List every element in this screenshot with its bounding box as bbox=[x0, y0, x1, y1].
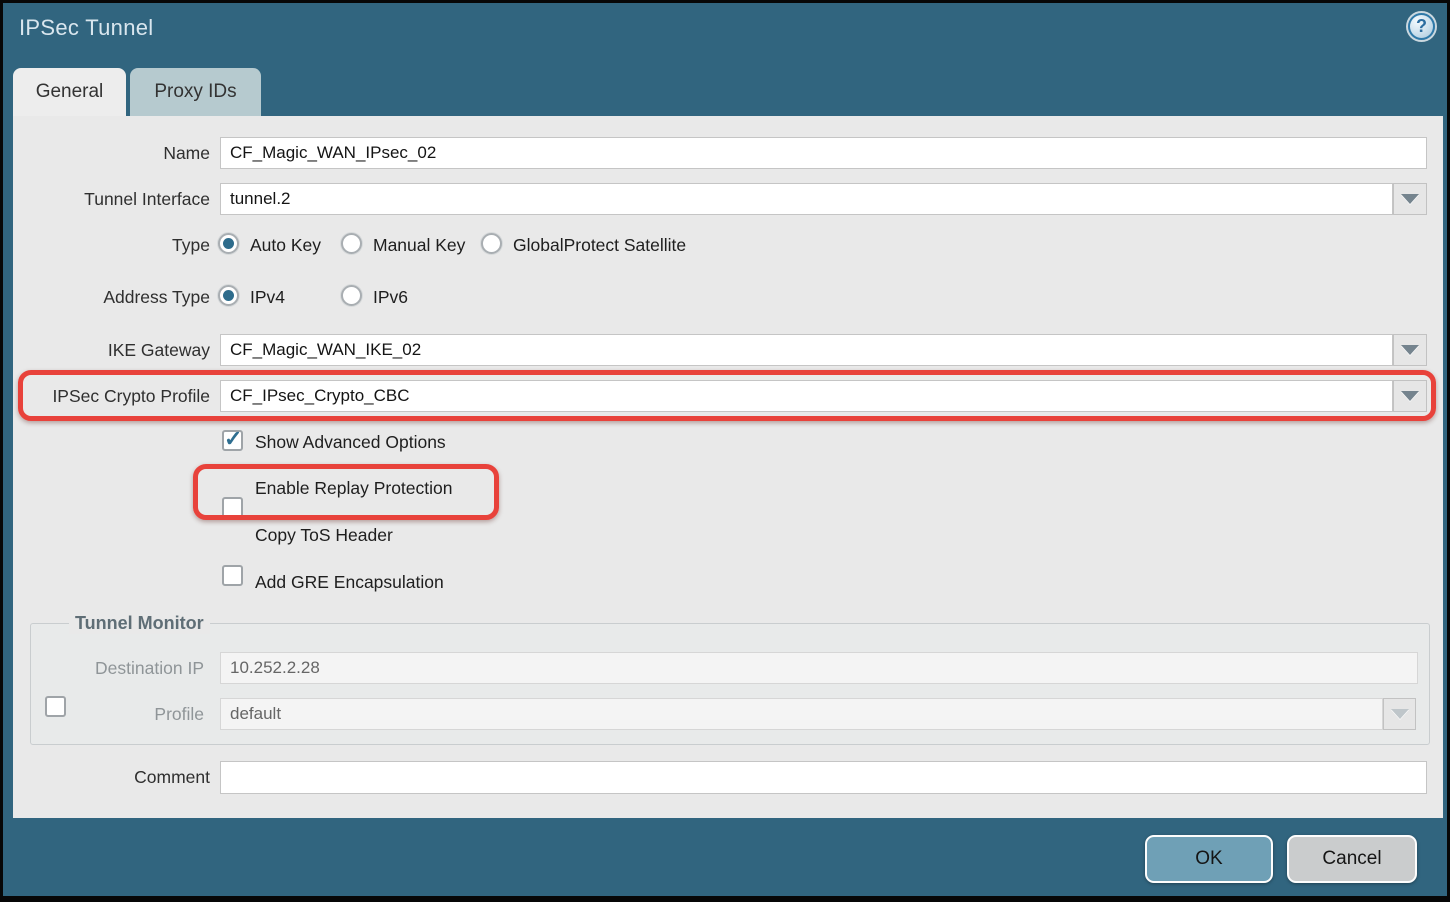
ok-button[interactable]: OK bbox=[1145, 835, 1273, 883]
chevron-down-icon bbox=[1401, 194, 1419, 204]
tab-general[interactable]: General bbox=[13, 68, 126, 116]
comment-label: Comment bbox=[3, 766, 210, 788]
radio-ipv6-label: IPv6 bbox=[373, 286, 408, 308]
tunnel-interface-input[interactable] bbox=[220, 183, 1393, 215]
radio-auto-key[interactable] bbox=[218, 233, 239, 254]
chevron-down-icon bbox=[1401, 345, 1419, 355]
copy-tos-header-checkbox[interactable] bbox=[222, 565, 243, 586]
copy-tos-header-label: Copy ToS Header bbox=[255, 524, 393, 546]
radio-auto-key-label: Auto Key bbox=[250, 234, 321, 256]
dialog-title: IPSec Tunnel bbox=[19, 15, 153, 41]
tab-general-label: General bbox=[36, 81, 104, 103]
show-advanced-options-label: Show Advanced Options bbox=[255, 431, 446, 453]
tunnel-interface-label: Tunnel Interface bbox=[3, 188, 210, 210]
comment-input[interactable] bbox=[220, 761, 1427, 794]
ipsec-crypto-profile-dropdown-button[interactable] bbox=[1393, 380, 1427, 412]
cancel-button-label: Cancel bbox=[1322, 848, 1381, 870]
enable-replay-protection-label: Enable Replay Protection bbox=[255, 477, 452, 499]
radio-manual-key[interactable] bbox=[341, 233, 362, 254]
chevron-down-icon bbox=[1401, 391, 1419, 401]
radio-manual-key-label: Manual Key bbox=[373, 234, 465, 256]
ike-gateway-label: IKE Gateway bbox=[3, 339, 210, 361]
destination-ip-input bbox=[220, 652, 1418, 684]
profile-label: Profile bbox=[3, 703, 204, 725]
ipsec-tunnel-dialog: IPSec Tunnel ? General Proxy IDs Name Tu… bbox=[0, 0, 1450, 902]
ipsec-crypto-profile-input[interactable] bbox=[220, 380, 1393, 412]
name-input[interactable] bbox=[220, 137, 1427, 169]
radio-ipv6[interactable] bbox=[341, 285, 362, 306]
radio-globalprotect-satellite[interactable] bbox=[481, 233, 502, 254]
name-label: Name bbox=[3, 142, 210, 164]
chevron-down-icon bbox=[1391, 709, 1409, 719]
tab-proxy-ids-label: Proxy IDs bbox=[154, 81, 236, 103]
help-icon[interactable]: ? bbox=[1408, 13, 1435, 40]
enable-replay-protection-checkbox[interactable] bbox=[222, 497, 243, 518]
profile-dropdown-button bbox=[1383, 698, 1416, 730]
destination-ip-label: Destination IP bbox=[3, 657, 204, 679]
question-mark-glyph: ? bbox=[1416, 16, 1427, 37]
type-label: Type bbox=[3, 234, 210, 256]
ike-gateway-input[interactable] bbox=[220, 334, 1393, 366]
radio-globalprotect-satellite-label: GlobalProtect Satellite bbox=[513, 234, 686, 256]
radio-ipv4[interactable] bbox=[218, 285, 239, 306]
ike-gateway-dropdown-button[interactable] bbox=[1393, 334, 1427, 366]
cancel-button[interactable]: Cancel bbox=[1287, 835, 1417, 883]
radio-ipv4-label: IPv4 bbox=[250, 286, 285, 308]
address-type-label: Address Type bbox=[3, 286, 210, 308]
profile-input bbox=[220, 698, 1383, 730]
tab-proxy-ids[interactable]: Proxy IDs bbox=[130, 68, 261, 116]
ok-button-label: OK bbox=[1195, 848, 1222, 870]
ipsec-crypto-profile-label: IPSec Crypto Profile bbox=[3, 385, 210, 407]
tunnel-interface-dropdown-button[interactable] bbox=[1393, 183, 1427, 215]
show-advanced-options-checkbox[interactable] bbox=[222, 430, 243, 451]
tunnel-monitor-legend: Tunnel Monitor bbox=[69, 612, 210, 634]
add-gre-encapsulation-label: Add GRE Encapsulation bbox=[255, 571, 444, 593]
